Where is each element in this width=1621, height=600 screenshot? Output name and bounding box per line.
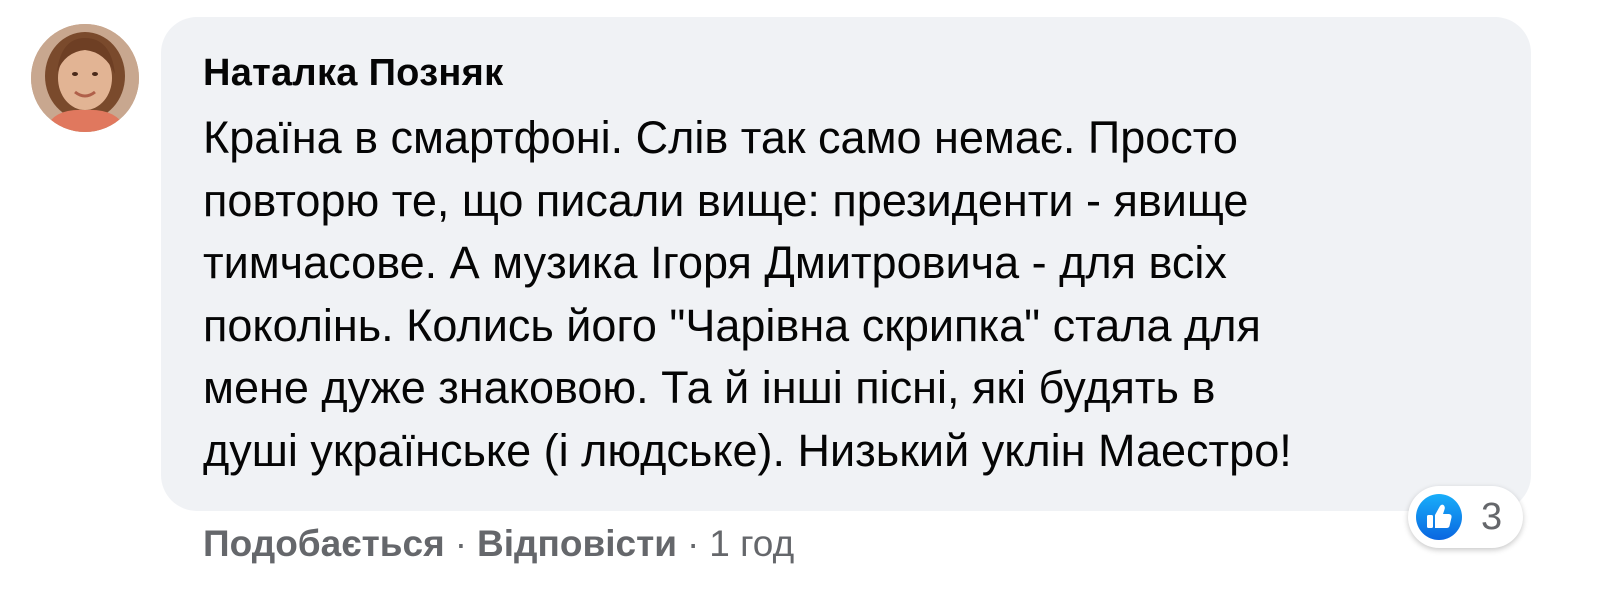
- reaction-summary[interactable]: 3: [1408, 486, 1523, 548]
- comment-text-line: душі українське (і людське). Низький укл…: [203, 424, 1292, 476]
- reply-button[interactable]: Відповісти: [477, 523, 677, 564]
- comment-author-name[interactable]: Наталка Позняк: [203, 53, 503, 93]
- like-button[interactable]: Подобається: [203, 523, 445, 564]
- comment-text-line: Країна в смартфоні. Слів так само немає.…: [203, 112, 1238, 163]
- comment-actions: Подобається · Відповісти · 1 год: [203, 521, 794, 567]
- author-avatar[interactable]: [31, 24, 139, 132]
- avatar-image: [31, 24, 139, 132]
- comment-text-line: поколінь. Колись його "Чарівна скрипка" …: [203, 299, 1261, 351]
- reaction-count: 3: [1481, 496, 1503, 538]
- comment-text: Країна в смартфоні. Слів так само немає.…: [203, 107, 1503, 482]
- comment-text-line: повторю те, що писали вище: президенти -…: [203, 174, 1249, 226]
- separator-dot: ·: [686, 523, 700, 564]
- comment-bubble: Наталка Позняк Країна в смартфоні. Слів …: [161, 17, 1531, 511]
- separator-dot: ·: [454, 523, 468, 564]
- like-icon: [1416, 494, 1462, 540]
- comment-text-line: тимчасове. А музика Ігоря Дмитровича - д…: [203, 237, 1227, 288]
- comment-timestamp[interactable]: 1 год: [709, 523, 794, 564]
- comment-text-line: мене дуже знаковою. Та й інші пісні, які…: [203, 362, 1216, 413]
